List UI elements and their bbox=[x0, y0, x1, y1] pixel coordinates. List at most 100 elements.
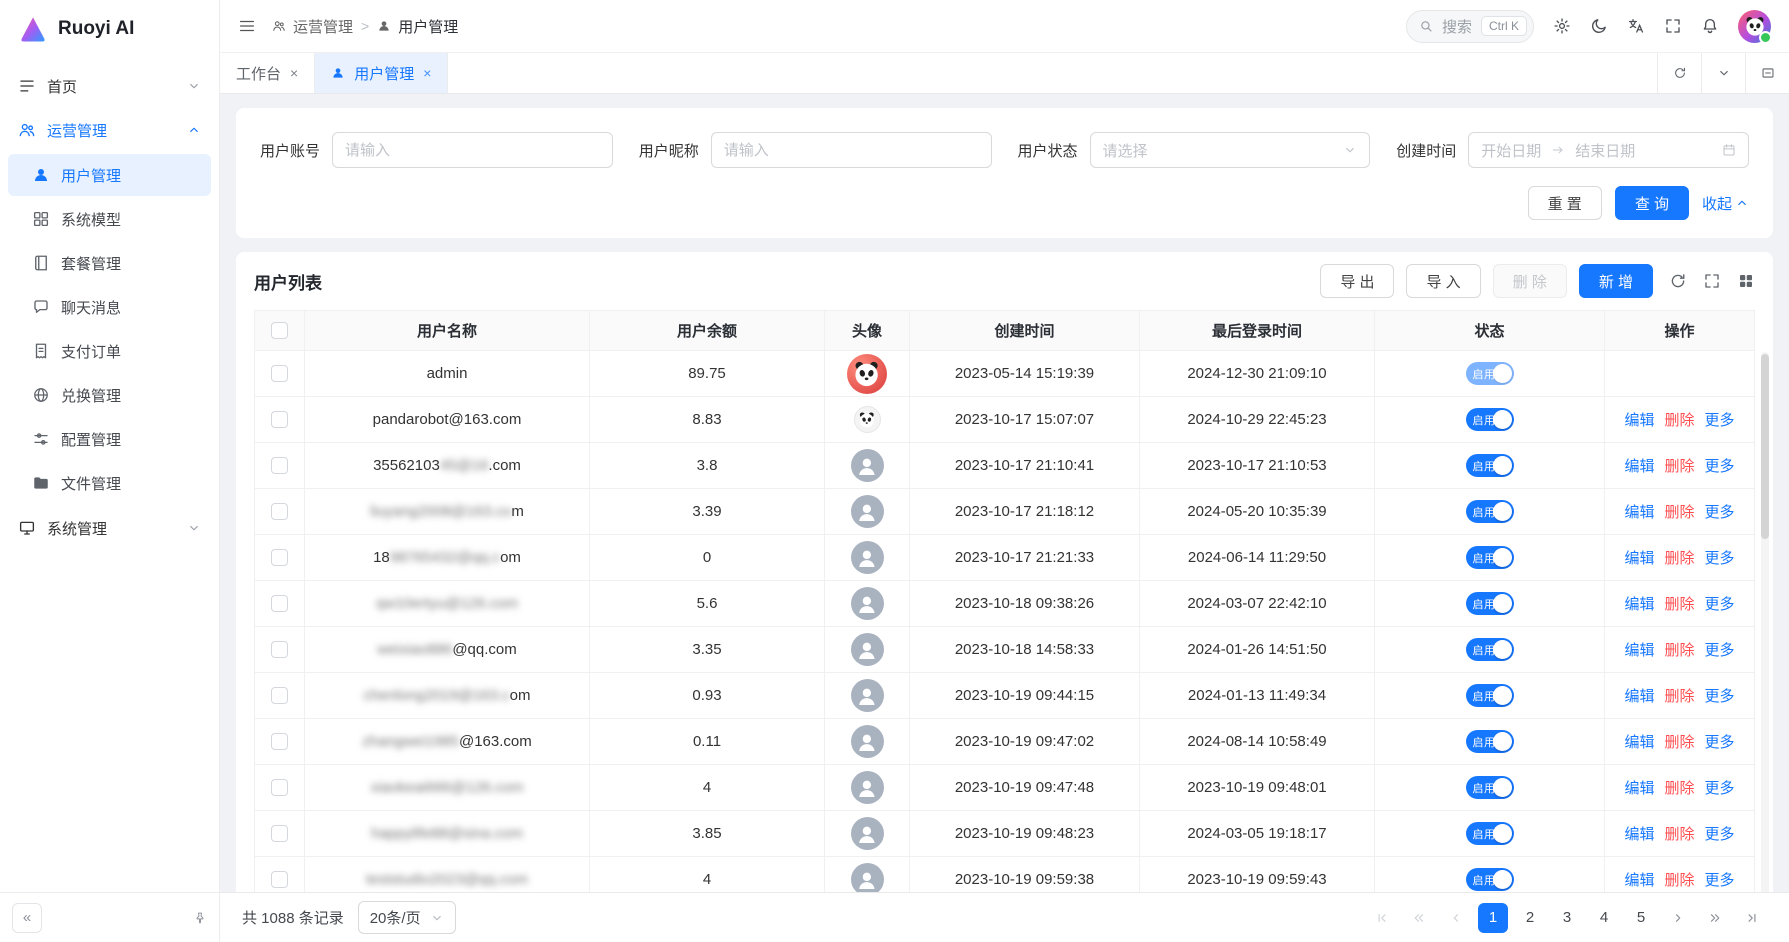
tab-fullscreen-icon[interactable] bbox=[1745, 53, 1789, 93]
tab-refresh-icon[interactable] bbox=[1657, 53, 1701, 93]
close-icon[interactable]: × bbox=[423, 65, 431, 81]
row-checkbox[interactable] bbox=[271, 365, 288, 382]
notifications-bell-icon[interactable] bbox=[1701, 17, 1719, 35]
row-action-more[interactable]: 更多 bbox=[1705, 734, 1735, 751]
status-toggle[interactable]: 启用 bbox=[1466, 684, 1514, 707]
status-toggle[interactable]: 启用 bbox=[1466, 868, 1514, 891]
page-2[interactable]: 2 bbox=[1515, 903, 1545, 933]
sidebar-item-config[interactable]: 配置管理 bbox=[8, 418, 211, 460]
prev-page-button[interactable] bbox=[1441, 903, 1471, 933]
row-action-more[interactable]: 更多 bbox=[1705, 688, 1735, 705]
row-checkbox[interactable] bbox=[271, 779, 288, 796]
reset-button[interactable]: 重 置 bbox=[1528, 186, 1602, 220]
row-checkbox[interactable] bbox=[271, 595, 288, 612]
status-toggle[interactable]: 启用 bbox=[1466, 822, 1514, 845]
row-action-edit[interactable]: 编辑 bbox=[1624, 780, 1654, 797]
import-button[interactable]: 导 入 bbox=[1406, 264, 1480, 298]
date-start[interactable]: 开始日期 bbox=[1481, 140, 1541, 161]
jump-forward-button[interactable] bbox=[1700, 903, 1730, 933]
column-settings-icon[interactable] bbox=[1737, 272, 1755, 290]
row-checkbox[interactable] bbox=[271, 825, 288, 842]
sidebar-item-operations[interactable]: 运营管理 bbox=[0, 108, 219, 152]
status-toggle[interactable]: 启用 bbox=[1466, 362, 1514, 385]
row-action-edit[interactable]: 编辑 bbox=[1624, 642, 1654, 659]
status-toggle[interactable]: 启用 bbox=[1466, 454, 1514, 477]
status-toggle[interactable]: 启用 bbox=[1466, 638, 1514, 661]
row-action-edit[interactable]: 编辑 bbox=[1624, 550, 1654, 567]
status-select[interactable]: 请选择 bbox=[1090, 132, 1371, 168]
row-checkbox[interactable] bbox=[271, 503, 288, 520]
status-toggle[interactable]: 启用 bbox=[1466, 408, 1514, 431]
sidebar-item-home[interactable]: 首页 bbox=[0, 64, 219, 108]
row-action-delete[interactable]: 删除 bbox=[1664, 826, 1694, 843]
row-action-more[interactable]: 更多 bbox=[1705, 872, 1735, 889]
search-button[interactable]: 查 询 bbox=[1615, 186, 1689, 220]
table-fullscreen-icon[interactable] bbox=[1703, 272, 1721, 290]
scrollbar-thumb[interactable] bbox=[1761, 354, 1769, 539]
page-4[interactable]: 4 bbox=[1589, 903, 1619, 933]
sidebar-item-files[interactable]: 文件管理 bbox=[8, 462, 211, 504]
row-action-delete[interactable]: 删除 bbox=[1664, 596, 1694, 613]
row-checkbox[interactable] bbox=[271, 687, 288, 704]
tab-dropdown-icon[interactable] bbox=[1701, 53, 1745, 93]
pin-icon[interactable] bbox=[193, 911, 207, 925]
select-all-checkbox[interactable] bbox=[271, 322, 288, 339]
date-range-picker[interactable]: 开始日期 结束日期 bbox=[1468, 132, 1749, 168]
row-action-delete[interactable]: 删除 bbox=[1664, 872, 1694, 889]
user-avatar[interactable] bbox=[1738, 10, 1771, 43]
row-action-edit[interactable]: 编辑 bbox=[1624, 826, 1654, 843]
row-action-delete[interactable]: 删除 bbox=[1664, 458, 1694, 475]
translate-icon[interactable] bbox=[1627, 17, 1645, 35]
status-toggle[interactable]: 启用 bbox=[1466, 500, 1514, 523]
delete-button[interactable]: 删 除 bbox=[1493, 264, 1567, 298]
sidebar-item-orders[interactable]: 支付订单 bbox=[8, 330, 211, 372]
nickname-input[interactable] bbox=[724, 142, 979, 159]
row-action-edit[interactable]: 编辑 bbox=[1624, 504, 1654, 521]
row-action-delete[interactable]: 删除 bbox=[1664, 642, 1694, 659]
sidebar-item-users[interactable]: 用户管理 bbox=[8, 154, 211, 196]
last-page-button[interactable] bbox=[1737, 903, 1767, 933]
app-logo[interactable]: Ruoyi AI bbox=[0, 0, 219, 58]
collapse-filter-link[interactable]: 收起 bbox=[1702, 193, 1749, 214]
row-checkbox[interactable] bbox=[271, 733, 288, 750]
row-action-more[interactable]: 更多 bbox=[1705, 458, 1735, 475]
page-5[interactable]: 5 bbox=[1626, 903, 1656, 933]
jump-back-button[interactable] bbox=[1404, 903, 1434, 933]
table-refresh-icon[interactable] bbox=[1669, 272, 1687, 290]
tab-user-management[interactable]: 用户管理 × bbox=[315, 53, 448, 93]
sidebar-item-exchange[interactable]: 兑换管理 bbox=[8, 374, 211, 416]
settings-gear-icon[interactable] bbox=[1553, 17, 1571, 35]
hamburger-menu-icon[interactable] bbox=[238, 17, 256, 35]
row-action-more[interactable]: 更多 bbox=[1705, 596, 1735, 613]
status-toggle[interactable]: 启用 bbox=[1466, 546, 1514, 569]
page-1[interactable]: 1 bbox=[1478, 903, 1508, 933]
date-end[interactable]: 结束日期 bbox=[1575, 140, 1635, 161]
sidebar-item-system[interactable]: 系统管理 bbox=[0, 506, 219, 550]
row-action-edit[interactable]: 编辑 bbox=[1624, 458, 1654, 475]
page-size-select[interactable]: 20条/页 bbox=[358, 901, 456, 934]
row-action-delete[interactable]: 删除 bbox=[1664, 504, 1694, 521]
fullscreen-icon[interactable] bbox=[1664, 17, 1682, 35]
breadcrumb-item-users[interactable]: 用户管理 bbox=[377, 16, 458, 37]
row-action-delete[interactable]: 删除 bbox=[1664, 412, 1694, 429]
row-action-more[interactable]: 更多 bbox=[1705, 642, 1735, 659]
status-toggle[interactable]: 启用 bbox=[1466, 776, 1514, 799]
row-action-edit[interactable]: 编辑 bbox=[1624, 596, 1654, 613]
add-button[interactable]: 新 增 bbox=[1579, 264, 1653, 298]
row-checkbox[interactable] bbox=[271, 549, 288, 566]
row-action-edit[interactable]: 编辑 bbox=[1624, 872, 1654, 889]
row-action-edit[interactable]: 编辑 bbox=[1624, 688, 1654, 705]
row-action-more[interactable]: 更多 bbox=[1705, 550, 1735, 567]
export-button[interactable]: 导 出 bbox=[1320, 264, 1394, 298]
status-toggle[interactable]: 启用 bbox=[1466, 730, 1514, 753]
dark-mode-moon-icon[interactable] bbox=[1590, 17, 1608, 35]
first-page-button[interactable] bbox=[1367, 903, 1397, 933]
sidebar-item-plans[interactable]: 套餐管理 bbox=[8, 242, 211, 284]
tab-workbench[interactable]: 工作台 × bbox=[220, 53, 315, 93]
row-checkbox[interactable] bbox=[271, 411, 288, 428]
next-page-button[interactable] bbox=[1663, 903, 1693, 933]
row-checkbox[interactable] bbox=[271, 871, 288, 888]
sidebar-collapse-button[interactable]: « bbox=[12, 903, 42, 933]
account-input[interactable] bbox=[345, 142, 600, 159]
row-action-delete[interactable]: 删除 bbox=[1664, 734, 1694, 751]
